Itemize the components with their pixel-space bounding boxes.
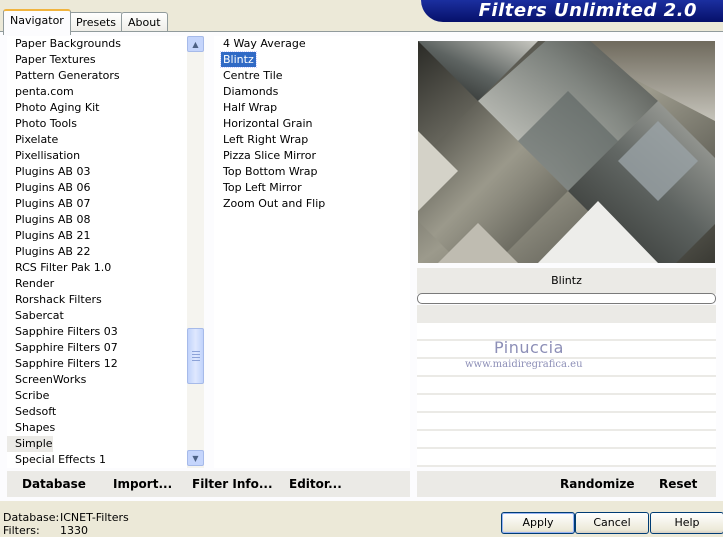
category-item[interactable]: Plugins AB 22 xyxy=(7,244,90,260)
category-item[interactable]: Pattern Generators xyxy=(7,68,120,84)
scroll-thumb[interactable] xyxy=(187,328,204,384)
category-item[interactable]: Plugins AB 06 xyxy=(7,180,90,196)
category-item[interactable]: penta.com xyxy=(7,84,74,100)
category-item[interactable]: Paper Textures xyxy=(7,52,96,68)
filter-item[interactable]: Pizza Slice Mirror xyxy=(221,148,318,163)
parameter-row xyxy=(417,449,716,466)
category-item[interactable]: Plugins AB 21 xyxy=(7,228,90,244)
category-item[interactable]: Scribe xyxy=(7,388,49,404)
filter-item[interactable]: 4 Way Average xyxy=(221,36,308,51)
filter-item[interactable]: Horizontal Grain xyxy=(221,116,314,131)
preview-filter-name: Blintz xyxy=(417,268,716,294)
filter-item[interactable]: Top Left Mirror xyxy=(221,180,304,195)
category-item[interactable]: Paper Backgrounds xyxy=(7,36,121,52)
preview-pattern xyxy=(418,41,715,263)
filter-item[interactable]: Centre Tile xyxy=(221,68,285,83)
category-item[interactable]: Render xyxy=(7,276,54,292)
editor-button[interactable]: Editor... xyxy=(289,471,342,497)
apply-button[interactable]: Apply xyxy=(501,512,575,534)
filter-item[interactable]: Zoom Out and Flip xyxy=(221,196,327,211)
database-label: Database: xyxy=(3,511,60,524)
parameter-row xyxy=(417,395,716,412)
category-scrollbar[interactable]: ▲ ▼ xyxy=(187,36,204,468)
watermark-url: www.maidiregrafica.eu xyxy=(465,359,583,370)
filter-item[interactable]: Top Bottom Wrap xyxy=(221,164,320,179)
filter-info-button[interactable]: Filter Info... xyxy=(192,471,273,497)
filter-item[interactable]: Left Right Wrap xyxy=(221,132,310,147)
parameter-row xyxy=(417,323,716,340)
category-item[interactable]: Sapphire Filters 12 xyxy=(7,356,118,372)
grip-icon xyxy=(192,351,200,361)
randomize-button[interactable]: Randomize xyxy=(560,471,634,497)
help-button[interactable]: Help xyxy=(650,512,723,534)
reset-button[interactable]: Reset xyxy=(659,471,697,497)
category-item[interactable]: Photo Tools xyxy=(7,116,77,132)
parameter-row xyxy=(417,413,716,430)
watermark-title: Pinuccia xyxy=(494,338,564,357)
preview-image xyxy=(418,41,715,263)
category-item[interactable]: Sabercat xyxy=(7,308,64,324)
category-item[interactable]: Sapphire Filters 07 xyxy=(7,340,118,356)
app-title: Filters Unlimited 2.0 xyxy=(478,0,697,21)
database-value: ICNET-Filters xyxy=(60,511,129,524)
parameter-area xyxy=(417,305,716,467)
filter-item[interactable]: Diamonds xyxy=(221,84,280,99)
cancel-button[interactable]: Cancel xyxy=(575,512,649,534)
import-button[interactable]: Import... xyxy=(113,471,172,497)
filters-count-label: Filters: xyxy=(3,524,40,537)
category-item[interactable]: Rorshack Filters xyxy=(7,292,102,308)
category-list[interactable]: Paper Backgrounds Paper Textures Pattern G… xyxy=(7,36,187,468)
filter-list[interactable]: 4 Way Average Blintz Centre Tile Diamonds Ha… xyxy=(214,36,410,468)
category-item[interactable]: RCS Filter Pak 1.0 xyxy=(7,260,111,276)
category-item[interactable]: Plugins AB 03 xyxy=(7,164,90,180)
category-item[interactable]: Simple xyxy=(7,436,53,452)
category-item[interactable]: Plugins AB 07 xyxy=(7,196,90,212)
category-item[interactable]: Sapphire Filters 03 xyxy=(7,324,118,340)
category-item[interactable]: ScreenWorks xyxy=(7,372,86,388)
category-item[interactable]: Special Effects 1 xyxy=(7,452,106,468)
filters-count-value: 1330 xyxy=(60,524,88,537)
category-item[interactable]: Plugins AB 08 xyxy=(7,212,90,228)
filter-item[interactable]: Half Wrap xyxy=(221,100,279,115)
category-item[interactable]: Photo Aging Kit xyxy=(7,100,99,116)
filter-item[interactable]: Blintz xyxy=(220,51,257,68)
progress-bar xyxy=(417,293,716,304)
parameter-row xyxy=(417,431,716,448)
category-item[interactable]: Shapes xyxy=(7,420,55,436)
parameter-row xyxy=(417,377,716,394)
tab-navigator[interactable]: Navigator xyxy=(3,9,71,35)
parameter-row xyxy=(417,341,716,358)
database-button[interactable]: Database xyxy=(22,471,86,497)
category-item[interactable]: Sedsoft xyxy=(7,404,56,420)
scroll-down-button[interactable]: ▼ xyxy=(187,450,204,466)
arrow-down-icon: ▼ xyxy=(192,453,199,463)
category-item[interactable]: Pixelate xyxy=(7,132,58,148)
scroll-up-button[interactable]: ▲ xyxy=(187,36,204,52)
arrow-up-icon: ▲ xyxy=(192,39,199,49)
title-banner: Filters Unlimited 2.0 xyxy=(421,0,723,22)
category-item[interactable]: Pixellisation xyxy=(7,148,80,164)
